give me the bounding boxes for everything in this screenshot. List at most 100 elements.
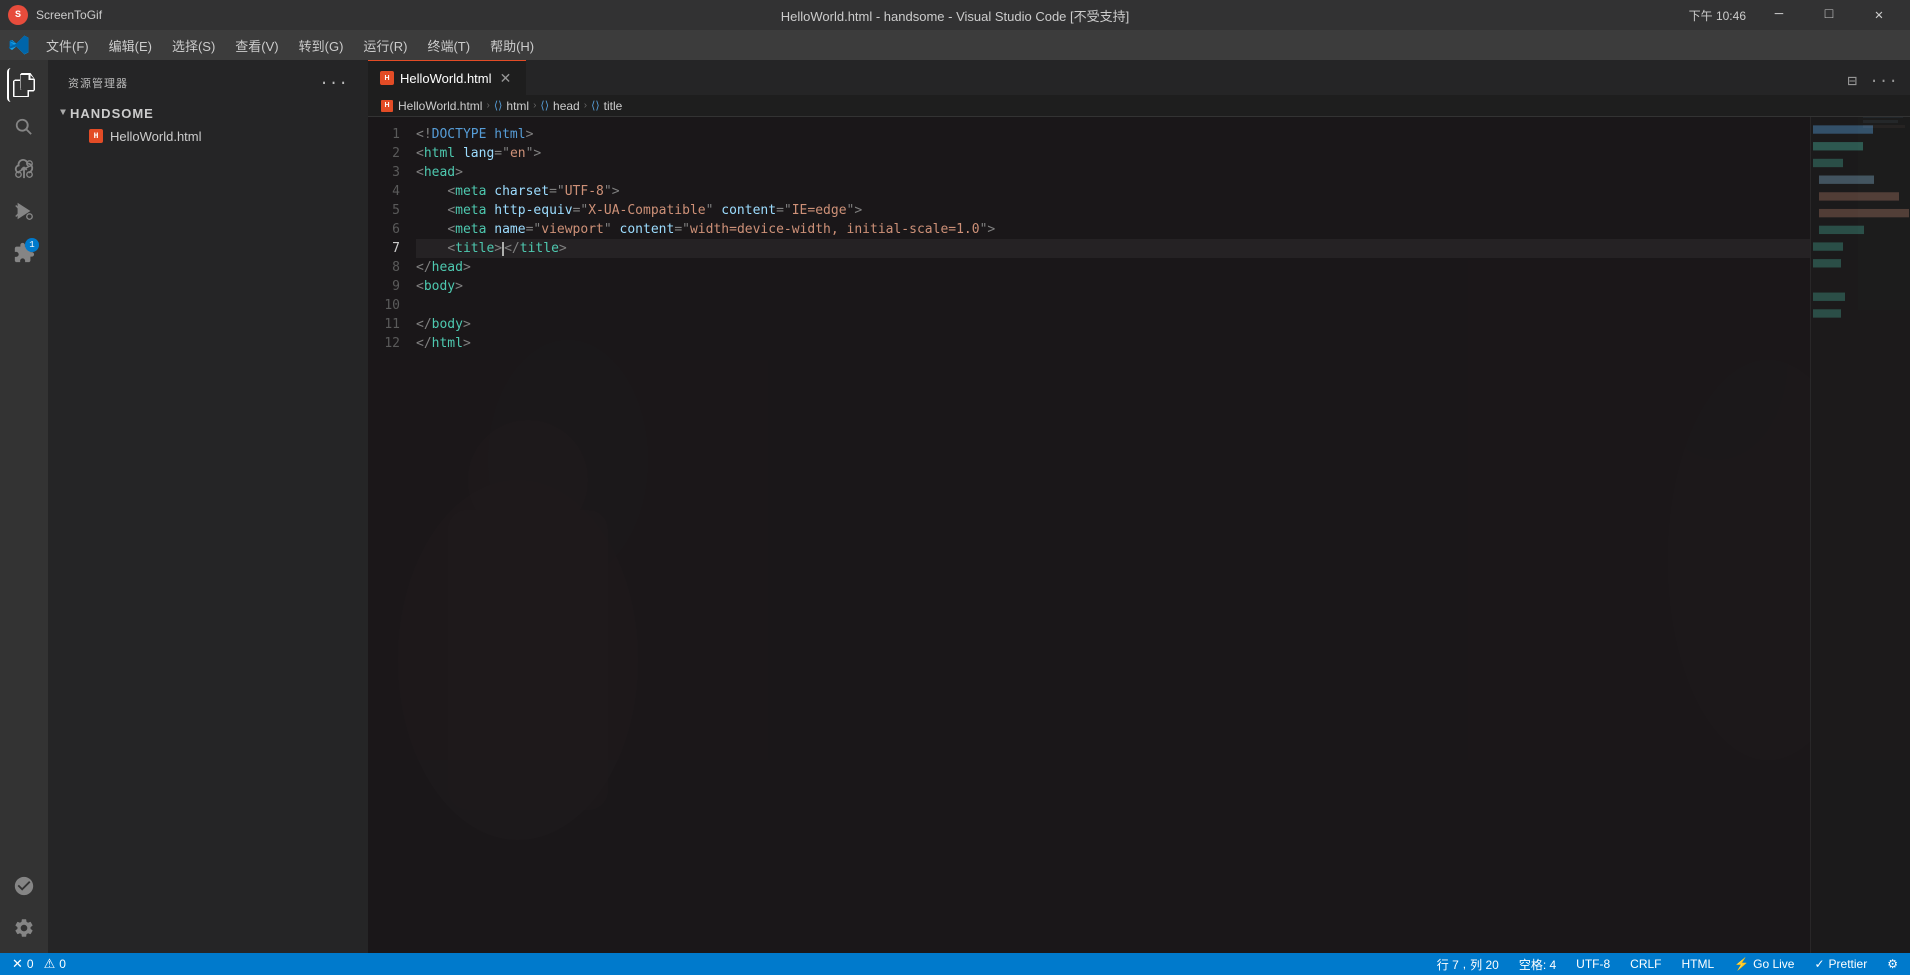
line-num-4: 4: [368, 182, 400, 201]
status-bar-left: ✕ 0 ⚠ 0: [8, 956, 70, 972]
app-name: ScreenToGif: [36, 8, 102, 22]
code-line-7: <title></title>: [416, 239, 1810, 258]
more-tab-actions[interactable]: ···: [1865, 68, 1902, 94]
breadcrumb-filename: HelloWorld.html: [398, 99, 482, 113]
code-line-4: <meta charset="UTF-8">: [416, 182, 1810, 201]
menu-file[interactable]: 文件(F): [38, 32, 97, 59]
code-line-11: </body>: [416, 315, 1810, 334]
menu-help[interactable]: 帮助(H): [482, 32, 542, 59]
status-golive[interactable]: ⚡ Go Live: [1730, 957, 1798, 971]
warning-icon: ⚠: [44, 956, 56, 972]
folder-handsome[interactable]: ▼ HANDSOME: [48, 102, 368, 125]
file-helloworld[interactable]: H HelloWorld.html: [48, 125, 368, 147]
explorer-activity-icon[interactable]: [7, 68, 41, 102]
breadcrumb-html[interactable]: ⟨⟩ html: [494, 99, 529, 113]
status-spaces[interactable]: 空格: 4: [1515, 956, 1560, 973]
breadcrumb-title[interactable]: ⟨⟩ title: [591, 99, 622, 113]
breadcrumb-head[interactable]: ⟨⟩ head: [540, 99, 579, 113]
status-eol[interactable]: CRLF: [1626, 957, 1665, 971]
sidebar-more-actions[interactable]: ···: [315, 72, 352, 94]
code-line-9: <body>: [416, 277, 1810, 296]
status-prettier[interactable]: ✓ Prettier: [1810, 957, 1871, 971]
extensions-activity-icon[interactable]: 1: [7, 236, 41, 270]
code-line-10: [416, 296, 1810, 315]
code-line-1: <!DOCTYPE html>: [416, 125, 1810, 144]
breadcrumb-file-icon: H: [380, 99, 394, 113]
menu-terminal[interactable]: 终端(T): [419, 32, 478, 59]
remote-icon[interactable]: [7, 869, 41, 903]
editor-area: H HelloWorld.html ✕ ⊟ ··· H HelloWorld.h…: [368, 60, 1910, 953]
status-line: 行 7: [1437, 956, 1459, 973]
line-num-1: 1: [368, 125, 400, 144]
vscode-logo-icon: [8, 34, 30, 56]
line-num-6: 6: [368, 220, 400, 239]
title-bar-left: S ScreenToGif: [8, 5, 102, 25]
tab-html-icon: H: [380, 71, 394, 85]
extensions-badge: 1: [25, 238, 39, 252]
breadcrumb-sep-1: ›: [486, 100, 489, 111]
line-num-3: 3: [368, 163, 400, 182]
line-num-5: 5: [368, 201, 400, 220]
close-button[interactable]: ✕: [1856, 0, 1902, 30]
minimize-button[interactable]: ─: [1756, 0, 1802, 30]
tab-label: HelloWorld.html: [400, 71, 492, 86]
menu-goto[interactable]: 转到(G): [291, 32, 352, 59]
status-bar-right: 行 7 , 列 20 空格: 4 UTF-8 CRLF HTML ⚡ Go Li…: [1433, 956, 1902, 973]
tab-helloworld[interactable]: H HelloWorld.html ✕: [368, 60, 526, 95]
sidebar-title: 资源管理器: [68, 75, 128, 91]
code-line-12: </html>: [416, 334, 1810, 353]
code-line-3: <head>: [416, 163, 1810, 182]
menu-run[interactable]: 运行(R): [355, 32, 415, 59]
sidebar: 资源管理器 ··· ▼ HANDSOME H HelloWorld.html: [48, 60, 368, 953]
line-num-9: 9: [368, 277, 400, 296]
menu-bar: 文件(F) 编辑(E) 选择(S) 查看(V) 转到(G) 运行(R) 终端(T…: [0, 30, 1910, 60]
settings-activity-icon[interactable]: [7, 911, 41, 945]
status-remote[interactable]: ⚙: [1883, 957, 1902, 971]
breadcrumb-title-icon: ⟨⟩: [591, 99, 600, 112]
minimap: [1810, 117, 1910, 953]
tab-close-button[interactable]: ✕: [498, 70, 514, 86]
title-bar-right: 下午 10:46 ─ □ ✕: [1689, 0, 1902, 30]
system-time: 下午 10:46: [1689, 7, 1746, 24]
file-html-icon: H: [88, 128, 104, 144]
activity-bar: 1: [0, 60, 48, 953]
status-encoding[interactable]: UTF-8: [1572, 957, 1614, 971]
status-line-col[interactable]: 行 7 , 列 20: [1433, 956, 1503, 973]
screentogif-logo: S: [8, 5, 28, 25]
code-line-5: <meta http-equiv="X-UA-Compatible" conte…: [416, 201, 1810, 220]
remote-icon: ⚙: [1887, 957, 1898, 971]
menu-view[interactable]: 查看(V): [227, 32, 286, 59]
code-line-6: <meta name="viewport" content="width=dev…: [416, 220, 1810, 239]
sidebar-header: 资源管理器 ···: [48, 60, 368, 102]
breadcrumb-html-icon: ⟨⟩: [494, 99, 503, 112]
line-num-10: 10: [368, 296, 400, 315]
status-errors[interactable]: ✕ 0 ⚠ 0: [8, 956, 70, 972]
menu-selection[interactable]: 选择(S): [164, 32, 223, 59]
line-num-12: 12: [368, 334, 400, 353]
code-line-8: </head>: [416, 258, 1810, 277]
run-debug-activity-icon[interactable]: [7, 194, 41, 228]
breadcrumb-title-label: title: [604, 99, 623, 113]
split-editor-button[interactable]: ⊟: [1844, 67, 1862, 95]
search-activity-icon[interactable]: [7, 110, 41, 144]
source-control-activity-icon[interactable]: [7, 152, 41, 186]
breadcrumb-sep-2: ›: [533, 100, 536, 111]
breadcrumb-sep-3: ›: [584, 100, 587, 111]
breadcrumb-file[interactable]: H HelloWorld.html: [380, 99, 482, 113]
folder-chevron-icon: ▼: [60, 108, 66, 119]
breadcrumb-html-label: html: [506, 99, 529, 113]
error-icon: ✕: [12, 956, 23, 972]
menu-edit[interactable]: 编辑(E): [101, 32, 160, 59]
code-editor[interactable]: 1 2 3 4 5 6 7 8 9 10 11 12 <!DOCTYPE htm…: [368, 117, 1910, 953]
file-name: HelloWorld.html: [110, 129, 202, 144]
line-num-8: 8: [368, 258, 400, 277]
line-num-11: 11: [368, 315, 400, 334]
activity-bar-bottom: [7, 869, 41, 945]
main-layout: 1 资源管理器 ··· ▼ HANDSOME: [0, 60, 1910, 953]
code-line-2: <html lang="en">: [416, 144, 1810, 163]
status-language[interactable]: HTML: [1678, 957, 1719, 971]
maximize-button[interactable]: □: [1806, 0, 1852, 30]
code-content[interactable]: <!DOCTYPE html> <html lang="en"> <head> …: [408, 117, 1810, 953]
title-bar: S ScreenToGif HelloWorld.html - handsome…: [0, 0, 1910, 30]
breadcrumb-head-label: head: [553, 99, 580, 113]
